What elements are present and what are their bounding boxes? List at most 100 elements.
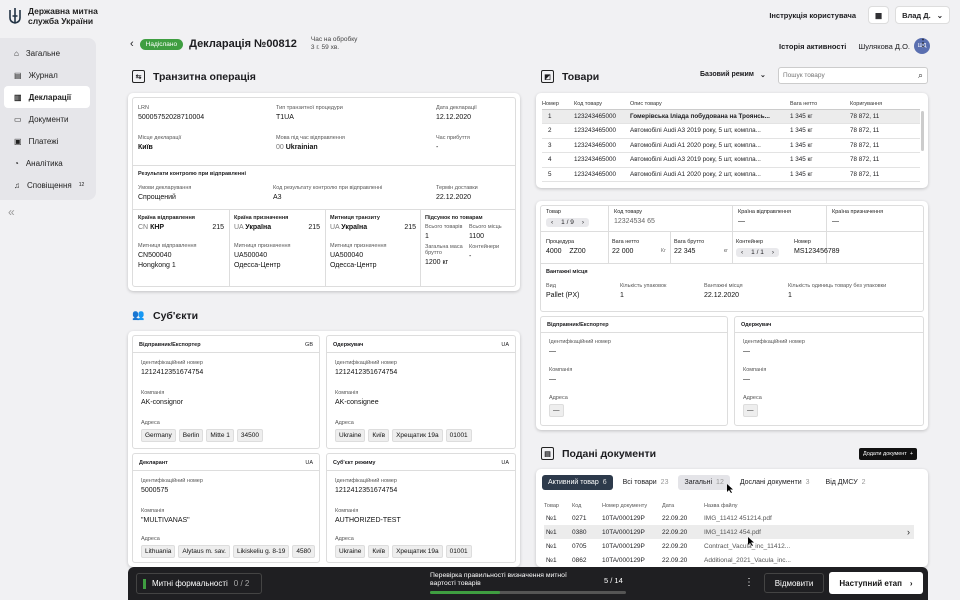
add-document-button[interactable]: Додати документ + <box>859 448 918 460</box>
cursor-icon <box>748 537 754 546</box>
sidebar-item-analytics[interactable]: ◔ Аналітика <box>4 152 90 174</box>
sidebar-item-payments[interactable]: ▣ Платежі <box>4 130 90 152</box>
column-header[interactable]: Номер <box>542 99 574 110</box>
chevron-right-icon[interactable]: › <box>907 527 910 537</box>
item-stepper[interactable]: ‹ 1 / 9 › <box>546 218 589 227</box>
goods-icon: ◩ <box>541 70 554 83</box>
table-row[interactable]: 4 123243465000 Автомобілі Audi A3 2019 рок… <box>542 152 920 168</box>
destination-office: Одесса-Центр <box>234 262 281 269</box>
item-sender-box: Відправник/Експортер Ідентифікаційний но… <box>540 316 728 426</box>
apps-button[interactable]: ▦ <box>867 6 890 24</box>
tab-active-goods[interactable]: Активний товар 6 <box>542 475 613 490</box>
grid-icon: ▦ <box>874 10 883 20</box>
notification-count: 12 <box>78 182 85 188</box>
home-icon: ⌂ <box>14 48 19 58</box>
sidebar-item-journal[interactable]: ▤ Журнал <box>4 64 90 86</box>
user-menu[interactable]: Влад Д. ⌄ <box>895 6 950 24</box>
more-icon[interactable]: ⋮ <box>744 577 754 588</box>
journal-icon: ▤ <box>14 70 22 80</box>
total-places: 1100 <box>469 233 485 240</box>
subjects-section-title: 👥 Суб'єкти <box>132 309 199 322</box>
table-row[interactable]: №1 0271 10TA/000129P 22.09.20 IMG_11412 4512… <box>544 511 914 525</box>
goods-scrollbar[interactable] <box>921 111 924 151</box>
prev-icon[interactable]: ‹ <box>551 219 553 226</box>
status-badge: Надіслано <box>139 38 184 50</box>
chevron-down-icon: ⌄ <box>759 72 766 79</box>
sidebar-item-notifications[interactable]: ♫ Сповіщення 12 <box>4 174 90 196</box>
column-header: Дата <box>662 503 675 509</box>
procedure-code: 4000 <box>546 248 562 255</box>
chevron-right-icon: › <box>909 578 913 588</box>
declarant-box: Декларант UA Ідентифікаційний номер 50005… <box>132 453 320 563</box>
container-number: MS123456789 <box>794 248 840 255</box>
item-code: 12324534 65 <box>614 218 655 225</box>
column-header: Код <box>572 503 582 509</box>
documents-icon: ▭ <box>14 114 22 124</box>
column-header: Номер документу <box>602 503 648 509</box>
delivery-deadline: 22.12.2020 <box>436 194 472 201</box>
progress-bar <box>430 591 626 594</box>
payments-icon: ▣ <box>14 136 22 146</box>
control-results-title: Результати контролю при відправленні <box>138 171 246 177</box>
progress-fill <box>430 591 500 594</box>
tab-from-dmsu[interactable]: Від ДМСУ 2 <box>820 475 872 490</box>
consignee-box: Одержувач UA Ідентифікаційний номер 12124… <box>326 335 516 449</box>
collapse-sidebar-icon[interactable]: « <box>8 205 15 219</box>
sidebar-item-declarations[interactable]: ▥ Декларації <box>4 86 90 108</box>
regime-company: AUTHORIZED-TEST <box>335 517 401 524</box>
procedure-value: T1UA <box>276 114 294 121</box>
next-icon[interactable]: › <box>772 249 774 256</box>
customs-formalities-button[interactable]: Митні формальності 0 / 2 <box>136 573 262 594</box>
tab-all-goods[interactable]: Всі товари 23 <box>617 475 675 490</box>
declaration-date: 12.12.2020 <box>436 114 472 121</box>
declaration-header: ‹ Надіслано Декларація №00812 Час на обр… <box>130 36 357 52</box>
table-row[interactable]: 3 123243465000 Автомобілі Audi A1 2020 рок… <box>542 138 920 153</box>
next-stage-button[interactable]: Наступний етап › <box>829 572 923 594</box>
bell-icon: ♫ <box>14 180 20 190</box>
tab-sent-documents[interactable]: Дослані документи 3 <box>734 475 816 490</box>
item-detail-card: Товар ‹ 1 / 9 › Код товару 12324534 65 Країн… <box>536 201 928 430</box>
prev-icon[interactable]: ‹ <box>741 249 743 256</box>
check-title: Перевірка правильності визначення митної… <box>430 572 567 587</box>
back-icon[interactable]: ‹ <box>130 38 134 50</box>
table-row[interactable]: №1 0380 10TA/000129P 22.09.20 IMG_11412 454.… <box>544 525 914 539</box>
next-icon[interactable]: › <box>582 219 584 226</box>
documents-tabs: Активний товар 6 Всі товари 23 Загальні 12 … <box>542 475 872 490</box>
departure-office-code: CN500040 <box>138 252 172 259</box>
total-mass: 1200 кг <box>425 259 449 266</box>
tab-general[interactable]: Загальні 12 <box>678 475 730 490</box>
consignor-company: AK-consignor <box>141 399 184 406</box>
mode-select[interactable]: Базовий режим ⌄ <box>700 71 766 79</box>
user-manual-link[interactable]: Інструкція користувача <box>763 6 862 24</box>
column-header[interactable]: Опис товару <box>630 99 790 110</box>
goods-search-input[interactable] <box>783 72 903 79</box>
departure-office: Hongkong 1 <box>138 262 176 269</box>
container-stepper[interactable]: ‹ 1 / 1 › <box>736 248 779 257</box>
column-header: Вага нетто <box>790 99 850 110</box>
documents-table: Товар Код Номер документу Дата Назва фай… <box>544 501 914 567</box>
goods-search[interactable]: ⌕ <box>778 67 928 84</box>
destination-country: Україна <box>245 224 272 231</box>
activity-history-link[interactable]: Історія активності <box>779 42 846 51</box>
table-row[interactable]: 2 123243465000 Автомобілі Audi A3 2019 рок… <box>542 123 920 139</box>
analytics-icon: ◔ <box>14 158 19 168</box>
plus-icon: + <box>909 451 914 457</box>
sidebar-item-general[interactable]: ⌂ Загальне <box>4 42 90 64</box>
table-row[interactable]: 1 123243465000 Гомерівська Іліада побудова… <box>542 109 920 124</box>
table-row[interactable]: 5 123243465000 Автомобілі Audi A1 2020 рок… <box>542 167 920 182</box>
chevron-down-icon: ⌄ <box>936 10 943 20</box>
column-header[interactable]: Код товару <box>574 99 630 110</box>
lrn-value: 50005752028710004 <box>138 114 205 121</box>
search-icon[interactable]: ⌕ <box>918 70 923 81</box>
column-header[interactable]: Коригування <box>850 99 920 110</box>
consignee-id: 1212412351674754 <box>335 369 398 376</box>
people-icon: 👥 <box>132 310 145 321</box>
table-row[interactable]: №1 0862 10TA/000129P 22.09.20 Additional_202… <box>544 553 914 567</box>
package-quantity: 1 <box>620 292 624 299</box>
decline-button[interactable]: Відмовити <box>764 573 824 593</box>
declarant-id: 5000575 <box>141 487 169 494</box>
table-row[interactable]: №1 0705 10TA/000129P 22.09.20 Contract_Vacul… <box>544 539 914 553</box>
more-icon[interactable]: ⋮ <box>918 38 928 49</box>
sidebar-item-documents[interactable]: ▭ Документи <box>4 108 90 130</box>
declaration-conditions: Спрощений <box>138 194 176 201</box>
